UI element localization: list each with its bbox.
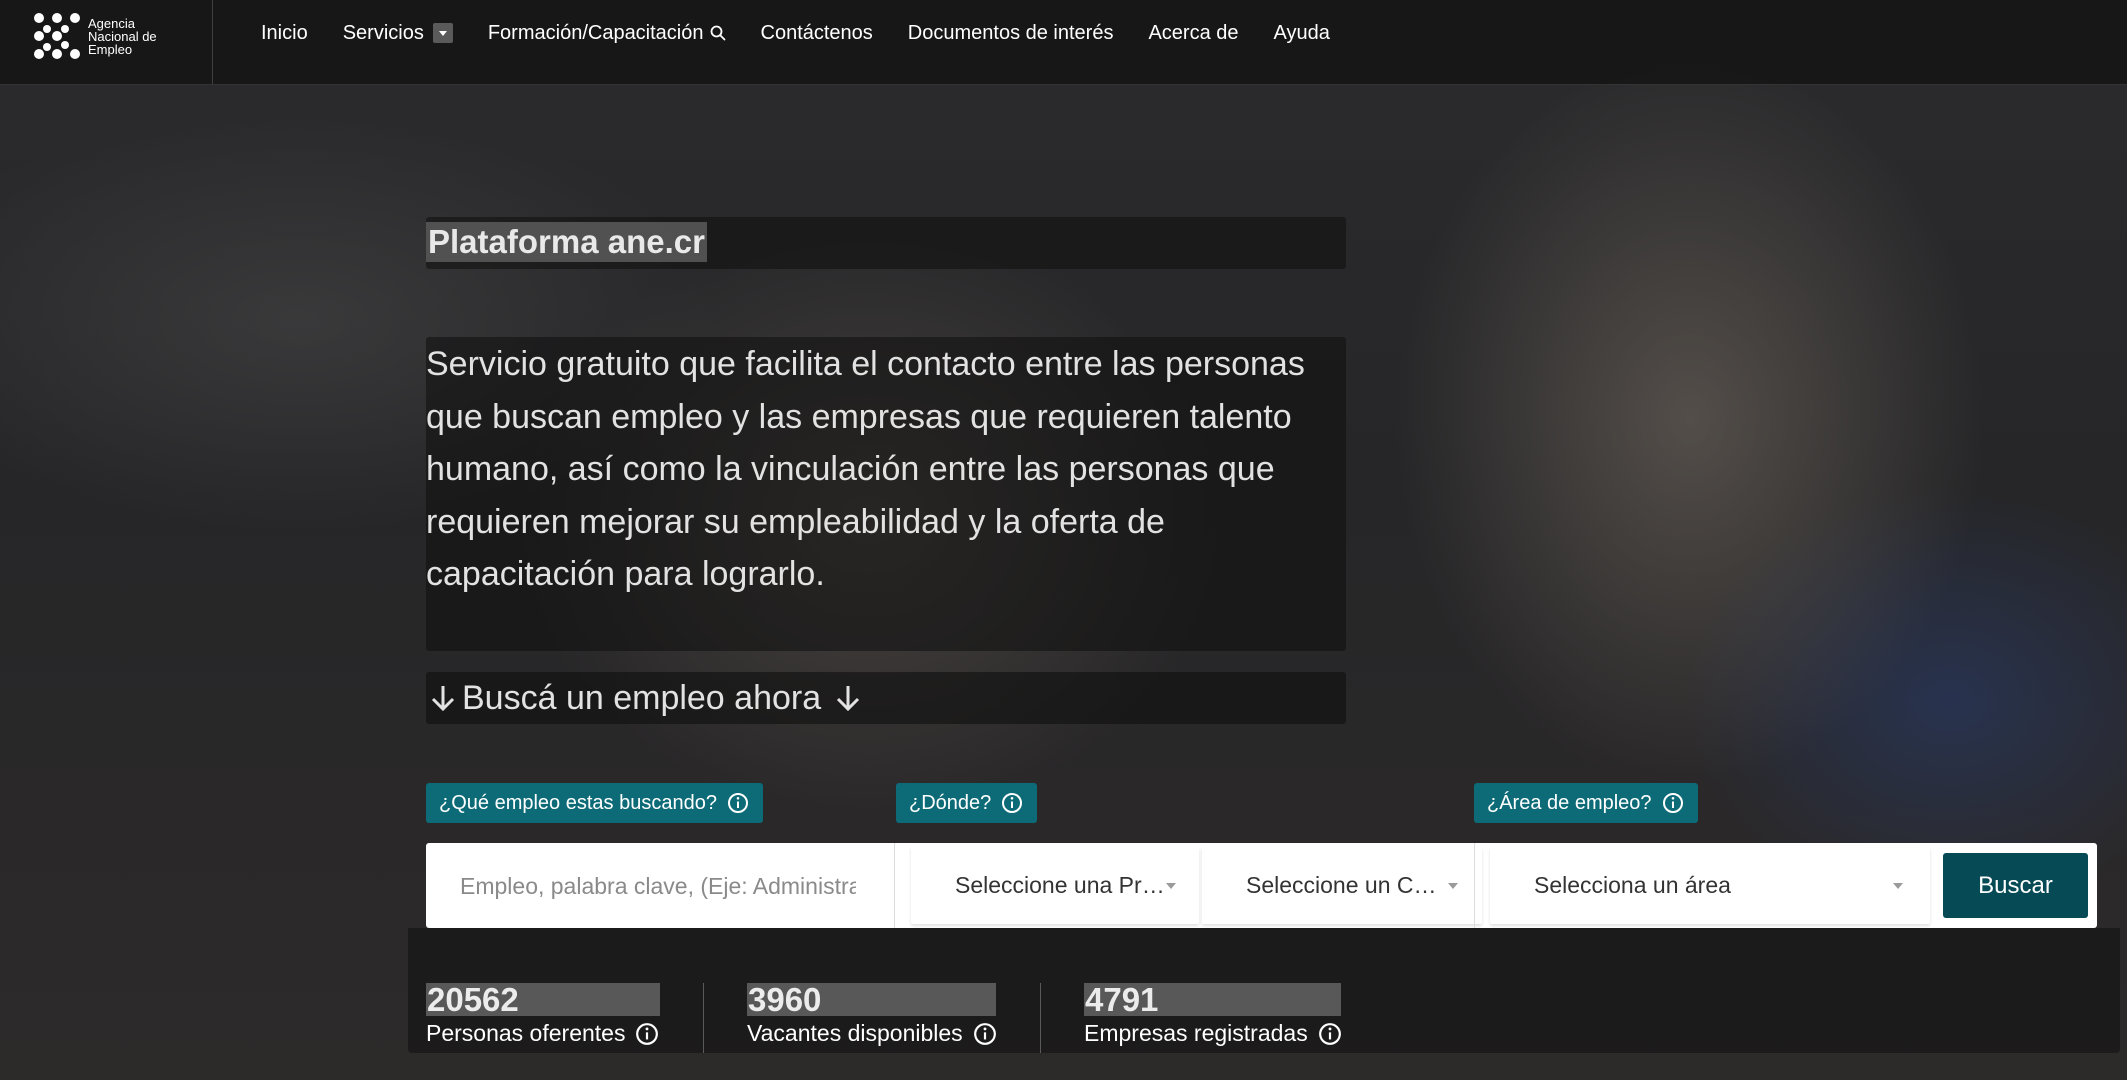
chevron-down-icon[interactable] [432,23,453,43]
job-search-form: Seleccione una Pro… Seleccione un C… Sel… [426,843,2097,928]
stat-empresas-registradas: 4791 Empresas registradas [1084,983,1342,1047]
area-label: ¿Área de empleo? [1474,783,1698,823]
keyword-input[interactable] [458,865,858,907]
nav-item-ayuda[interactable]: Ayuda [1274,22,1330,45]
logo-line: Empleo [88,41,133,57]
nav-item-formacion[interactable]: Formación/Capacitación [488,22,726,45]
search-icon [710,25,725,41]
nav-item-label: Inicio [261,21,308,44]
info-icon[interactable] [973,1022,997,1046]
arrow-down-icon [837,686,860,712]
header-divider [212,0,213,84]
stat-vacantes-disponibles: 3960 Vacantes disponibles [747,983,997,1047]
province-select-value: Seleccione una Pro… [955,872,1165,898]
field-divider [1474,843,1475,928]
stat-personas-oferentes: 20562 Personas oferentes [426,983,660,1047]
nav-item-label: Contáctenos [760,21,873,44]
info-icon[interactable] [1001,792,1023,814]
area-select-value: Selecciona un área [1534,872,1731,898]
area-label-text: ¿Área de empleo? [1487,791,1652,814]
location-label: ¿Dónde? [896,783,1038,823]
stat-label: Vacantes disponibles [747,1020,997,1047]
stat-divider [703,983,704,1053]
stat-value: 20562 [426,983,660,1016]
stat-label: Empresas registradas [1084,1020,1342,1047]
nav-item-acerca-de[interactable]: Acerca de [1148,22,1238,45]
page-title: Plataforma ane.cr [426,222,707,262]
stat-label-text: Empresas registradas [1084,1020,1308,1046]
area-select[interactable]: Selecciona un área [1490,847,1930,924]
stat-label-text: Personas oferentes [426,1020,626,1046]
logo-dots-icon [34,13,80,59]
stat-label: Personas oferentes [426,1020,660,1047]
nav-item-contactenos[interactable]: Contáctenos [761,22,873,45]
nav-item-label: Formación/Capacitación [487,21,704,44]
logo-line: Agencia [88,15,135,31]
arrow-down-icon [431,686,455,712]
stat-value: 3960 [747,983,996,1016]
top-navigation-bar: Agencia Nacional de Empleo Inicio Servic… [0,0,2127,85]
nav-item-documentos[interactable]: Documentos de interés [908,22,1114,45]
info-icon[interactable] [727,792,749,814]
stat-label-text: Vacantes disponibles [747,1020,963,1046]
keyword-label: ¿Qué empleo estas buscando? [426,783,763,823]
hero-description: Servicio gratuito que facilita el contac… [426,345,1305,593]
keyword-label-text: ¿Qué empleo estas buscando? [439,791,717,814]
search-job-cta: Buscá un empleo ahora [426,672,1346,724]
nav-item-label: Documentos de interés [907,21,1114,44]
logo-text: Agencia Nacional de Empleo [88,17,157,56]
logo-line: Nacional de [88,28,157,44]
canton-select[interactable]: Seleccione un C… [1202,847,1482,924]
location-label-text: ¿Dónde? [909,791,992,814]
info-icon[interactable] [1318,1022,1342,1046]
info-icon[interactable] [1662,792,1684,814]
nav-item-inicio[interactable]: Inicio [261,22,308,45]
stat-value: 4791 [1084,983,1341,1016]
nav-item-label: Acerca de [1148,21,1239,44]
chevron-down-icon [1448,883,1458,889]
main-nav: Inicio Servicios Formación/Capacitación … [261,0,1365,66]
canton-select-value: Seleccione un C… [1246,872,1437,898]
nav-item-servicios[interactable]: Servicios [343,22,453,45]
nav-item-label: Ayuda [1273,21,1330,44]
chevron-down-icon [1166,883,1176,889]
nav-item-label: Servicios [342,21,424,44]
search-button[interactable]: Buscar [1943,853,2088,918]
chevron-down-icon [1893,883,1903,889]
stat-divider [1040,983,1041,1053]
cta-label: Buscá un empleo ahora [462,678,822,717]
field-divider [894,843,895,928]
ane-logo[interactable]: Agencia Nacional de Empleo [34,10,210,62]
province-select[interactable]: Seleccione una Pro… [911,847,1199,924]
info-icon[interactable] [635,1022,659,1046]
